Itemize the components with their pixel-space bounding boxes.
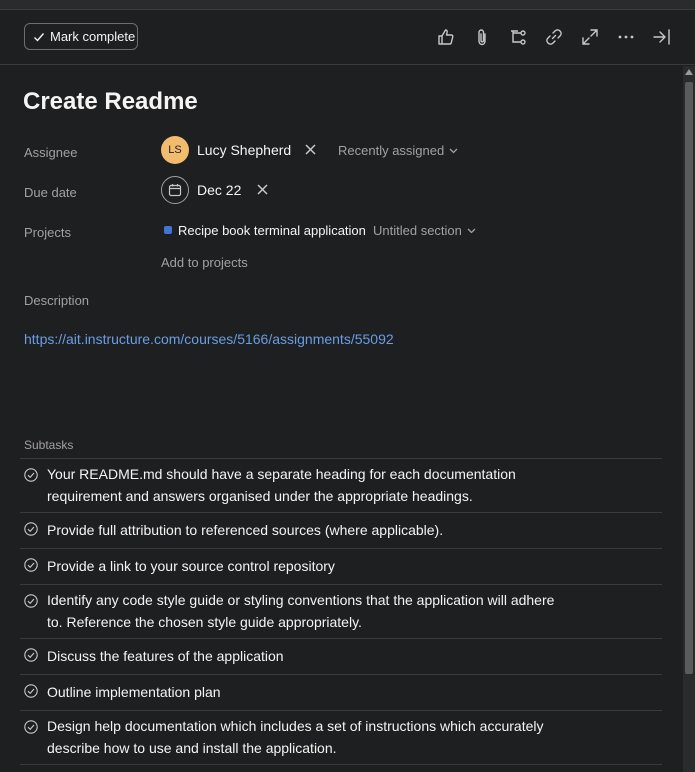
subtask-divider <box>20 764 662 765</box>
link-icon[interactable] <box>544 27 564 47</box>
projects-label: Projects <box>24 225 71 240</box>
due-date-value[interactable]: Dec 22 <box>197 182 241 198</box>
subtask-text[interactable]: Identify any code style guide or styling… <box>47 589 557 633</box>
subtask-row[interactable]: Outline implementation plan <box>20 675 660 711</box>
recently-assigned-dropdown[interactable]: Recently assigned <box>338 143 458 158</box>
subtask-text[interactable]: Discuss the features of the application <box>47 645 557 667</box>
assignee-label: Assignee <box>24 145 78 160</box>
like-icon[interactable] <box>436 27 456 47</box>
check-icon <box>34 32 45 42</box>
avatar[interactable]: LS <box>161 136 189 164</box>
task-title[interactable]: Create Readme <box>23 88 198 116</box>
subtask-text[interactable]: Design help documentation which includes… <box>47 715 557 759</box>
clear-due-date-icon[interactable] <box>257 184 268 195</box>
mark-complete-button[interactable]: Mark complete <box>24 23 138 50</box>
subtask-row[interactable]: Discuss the features of the application <box>20 639 660 675</box>
subtask-row[interactable]: Design help documentation which includes… <box>20 711 660 765</box>
subtask-row[interactable]: Provide full attribution to referenced s… <box>20 513 660 549</box>
section-dropdown-label: Untitled section <box>373 223 462 238</box>
due-date-label: Due date <box>24 185 77 200</box>
description-label: Description <box>24 293 90 308</box>
complete-subtask-icon[interactable] <box>24 720 38 734</box>
complete-subtask-icon[interactable] <box>24 468 38 482</box>
expand-icon[interactable] <box>580 27 600 47</box>
more-icon[interactable] <box>616 27 636 47</box>
calendar-icon[interactable] <box>161 176 189 204</box>
complete-subtask-icon[interactable] <box>24 558 38 572</box>
subtask-icon[interactable] <box>508 27 528 47</box>
project-name[interactable]: Recipe book terminal application <box>178 223 366 238</box>
add-to-projects-button[interactable]: Add to projects <box>161 255 248 270</box>
remove-assignee-icon[interactable] <box>305 144 316 155</box>
scrollbar-thumb[interactable] <box>685 82 693 674</box>
subtask-row[interactable]: Identify any code style guide or styling… <box>20 585 660 639</box>
task-toolbar: Mark complete <box>0 10 695 65</box>
subtask-row[interactable]: Your README.md should have a separate he… <box>20 459 660 513</box>
complete-subtask-icon[interactable] <box>24 594 38 608</box>
project-color-dot <box>164 226 172 234</box>
subtasks-label: Subtasks <box>24 438 74 452</box>
description-link[interactable]: https://ait.instructure.com/courses/5166… <box>24 331 394 347</box>
subtask-text[interactable]: Provide a link to your source control re… <box>47 555 557 577</box>
section-dropdown[interactable]: Untitled section <box>373 223 476 238</box>
subtask-text[interactable]: Your README.md should have a separate he… <box>47 463 557 507</box>
chevron-down-icon <box>449 148 458 154</box>
chevron-down-icon <box>467 228 476 234</box>
complete-subtask-icon[interactable] <box>24 648 38 662</box>
mark-complete-label: Mark complete <box>50 29 136 44</box>
subtask-text[interactable]: Outline implementation plan <box>47 681 557 703</box>
subtask-row[interactable]: Provide a link to your source control re… <box>20 549 660 585</box>
complete-subtask-icon[interactable] <box>24 522 38 536</box>
recently-assigned-label: Recently assigned <box>338 143 445 158</box>
subtask-text[interactable]: Provide full attribution to referenced s… <box>47 519 557 541</box>
complete-subtask-icon[interactable] <box>24 684 38 698</box>
close-panel-icon[interactable] <box>652 27 672 47</box>
attachment-icon[interactable] <box>472 27 492 47</box>
scroll-up-arrow-icon[interactable] <box>685 69 693 75</box>
assignee-name[interactable]: Lucy Shepherd <box>197 142 291 158</box>
window-top-strip <box>0 0 695 10</box>
